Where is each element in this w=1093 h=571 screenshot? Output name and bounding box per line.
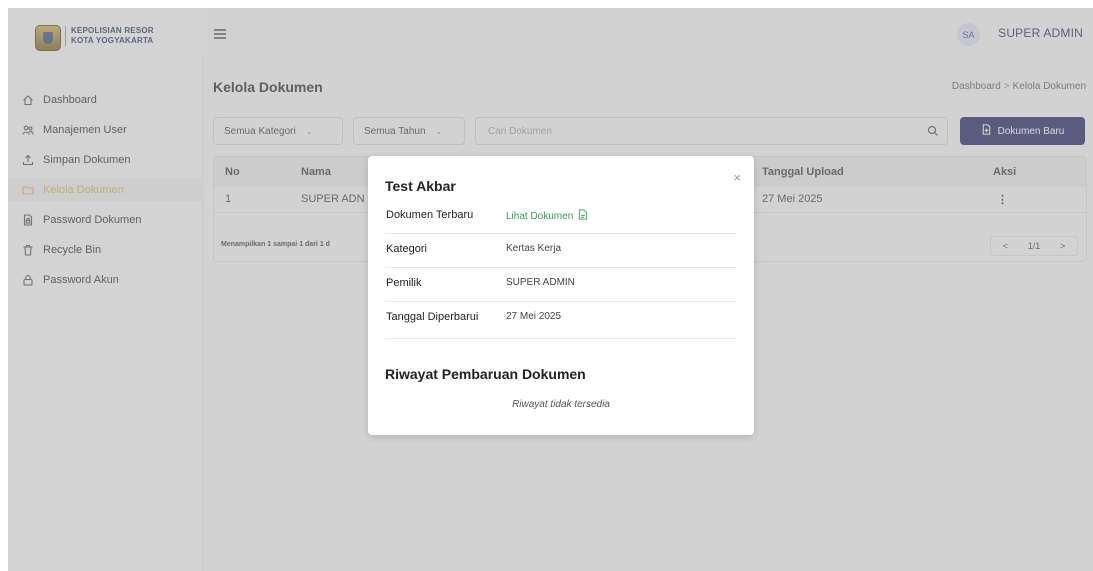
detail-row-owner: Pemilik SUPER ADMIN (385, 267, 737, 302)
detail-value: 27 Mei 2025 (506, 311, 562, 322)
detail-value: Kertas Kerja (506, 243, 562, 254)
document-icon (578, 209, 588, 223)
history-empty-text: Riwayat tidak tersedia (512, 399, 610, 410)
detail-row-latest-document: Dokumen Terbaru Lihat Dokumen (385, 199, 737, 234)
modal-title: Test Akbar (385, 178, 456, 194)
document-detail-modal: × Test Akbar Dokumen Terbaru Lihat Dokum… (368, 156, 754, 435)
detail-row-updated-date: Tanggal Diperbarui 27 Mei 2025 (385, 301, 737, 339)
view-document-label: Lihat Dokumen (506, 210, 574, 222)
detail-key: Dokumen Terbaru (386, 209, 474, 221)
view-document-link[interactable]: Lihat Dokumen (506, 209, 588, 223)
detail-value: SUPER ADMIN (506, 277, 575, 288)
detail-key: Kategori (386, 243, 427, 255)
detail-key: Pemilik (386, 277, 422, 289)
detail-key: Tanggal Diperbarui (386, 311, 479, 323)
app-window: KEPOLISIAN RESOR KOTA YOGYAKARTA Dashboa… (8, 8, 1093, 571)
detail-row-category: Kategori Kertas Kerja (385, 233, 737, 268)
history-title: Riwayat Pembaruan Dokumen (385, 366, 586, 382)
close-icon[interactable]: × (733, 170, 741, 185)
